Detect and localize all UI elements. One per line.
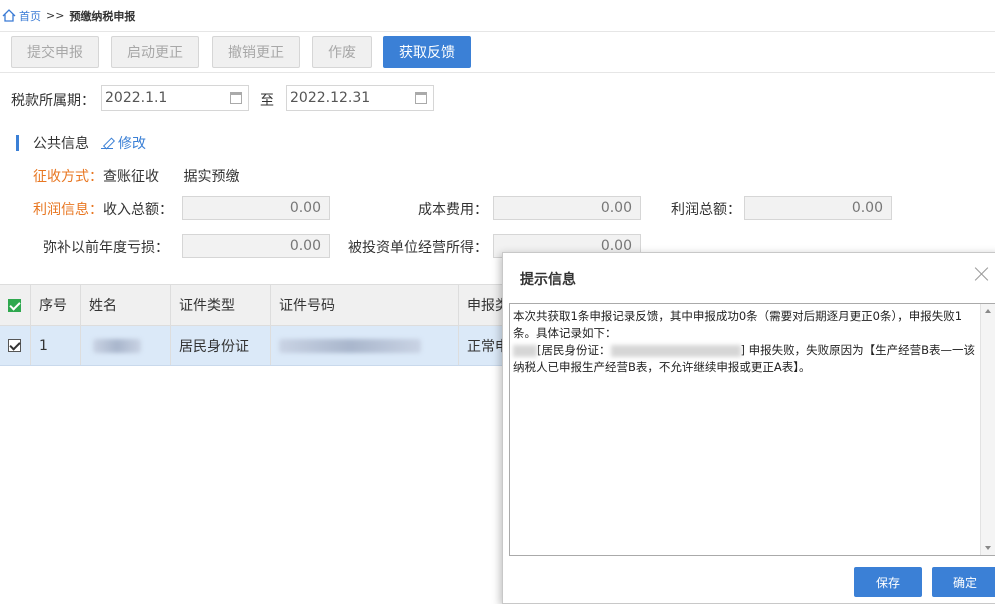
calendar-icon[interactable]	[230, 92, 242, 104]
row-name-masked	[81, 326, 171, 365]
toolbar: 提交申报 启动更正 撤销更正 作废 获取反馈	[0, 32, 995, 73]
column-header-id-number[interactable]: 证件号码	[271, 285, 459, 325]
collection-method-value: 查账征收	[103, 169, 159, 185]
home-icon[interactable]	[2, 9, 16, 22]
message-line-id-prefix: [居民身份证：	[537, 343, 611, 357]
row-id-type: 居民身份证	[171, 326, 271, 365]
breadcrumb: 首页 >> 预缴纳税申报	[0, 0, 995, 32]
column-header-id-type[interactable]: 证件类型	[171, 285, 271, 325]
tax-period-label: 税款所属期：	[11, 93, 95, 109]
calendar-icon[interactable]	[415, 92, 427, 104]
row-id-number-masked	[271, 326, 459, 365]
dialog-message: 本次共获取1条申报记录反馈，其中申报成功0条（需要对后期逐月更正0条），申报失败…	[513, 308, 978, 376]
collection-method-label: 征收方式：	[33, 169, 103, 185]
edit-label: 修改	[118, 136, 146, 152]
message-line-summary: 本次共获取1条申报记录反馈，其中申报成功0条（需要对后期逐月更正0条），申报失败…	[513, 309, 963, 340]
column-header-name[interactable]: 姓名	[81, 285, 171, 325]
row-checkbox[interactable]	[8, 339, 21, 352]
cost-expense-label: 成本费用：	[418, 202, 488, 218]
breadcrumb-separator: >>	[46, 9, 65, 22]
scroll-up-arrow-icon[interactable]	[985, 309, 991, 313]
confirm-button[interactable]: 确定	[932, 567, 995, 597]
submit-declaration-button[interactable]: 提交申报	[11, 36, 99, 68]
pencil-icon	[101, 137, 113, 149]
prior-loss-label: 弥补以前年度亏损：	[43, 240, 169, 256]
period-start-input[interactable]: 2022.1.1	[101, 85, 249, 111]
public-info-title: 公共信息	[33, 136, 89, 152]
select-all-cell	[0, 285, 31, 325]
period-to-label: 至	[260, 93, 274, 109]
prepay-method-value: 据实预缴	[183, 169, 240, 185]
profit-info-label: 利润信息：	[33, 202, 103, 218]
invested-income-label: 被投资单位经营所得：	[348, 240, 488, 256]
total-income-label: 收入总额：	[103, 202, 173, 218]
void-button[interactable]: 作废	[312, 36, 372, 68]
start-correction-button[interactable]: 启动更正	[111, 36, 199, 68]
column-header-index[interactable]: 序号	[31, 285, 81, 325]
collection-method-row: 征收方式：查账征收 据实预缴	[33, 166, 239, 186]
select-all-checkbox[interactable]	[8, 298, 21, 312]
scroll-down-arrow-icon[interactable]	[985, 546, 991, 550]
save-button[interactable]: 保存	[854, 567, 922, 597]
cancel-correction-button[interactable]: 撤销更正	[212, 36, 300, 68]
get-feedback-button[interactable]: 获取反馈	[383, 36, 471, 68]
edit-link[interactable]: 修改	[101, 133, 146, 153]
prompt-dialog: 提示信息 本次共获取1条申报记录反馈，其中申报成功0条（需要对后期逐月更正0条）…	[502, 252, 995, 604]
redacted-name	[513, 344, 537, 357]
public-info-header: 公共信息 修改	[16, 134, 146, 152]
dialog-message-box[interactable]: 本次共获取1条申报记录反馈，其中申报成功0条（需要对后期逐月更正0条），申报失败…	[509, 303, 995, 556]
row-index: 1	[31, 326, 81, 365]
period-start-value: 2022.1.1	[105, 90, 168, 106]
breadcrumb-home-link[interactable]: 首页	[19, 8, 41, 24]
prior-loss-field[interactable]: 0.00	[182, 234, 330, 258]
dialog-title: 提示信息	[520, 272, 576, 288]
redacted-name	[93, 338, 141, 353]
message-scrollbar[interactable]	[980, 304, 995, 555]
total-profit-label: 利润总额：	[671, 202, 741, 218]
row-select-cell	[0, 326, 31, 365]
redacted-id-number	[610, 344, 741, 357]
breadcrumb-current: 预缴纳税申报	[69, 9, 136, 23]
close-icon[interactable]	[973, 265, 991, 283]
profit-info-row: 利润信息：收入总额：	[33, 199, 173, 219]
section-accent-bar	[16, 135, 19, 151]
total-income-field[interactable]: 0.00	[182, 196, 330, 220]
period-end-input[interactable]: 2022.12.31	[286, 85, 434, 111]
redacted-id-number	[279, 338, 421, 353]
cost-expense-field[interactable]: 0.00	[493, 196, 641, 220]
period-end-value: 2022.12.31	[290, 90, 371, 106]
total-profit-field[interactable]: 0.00	[744, 196, 892, 220]
